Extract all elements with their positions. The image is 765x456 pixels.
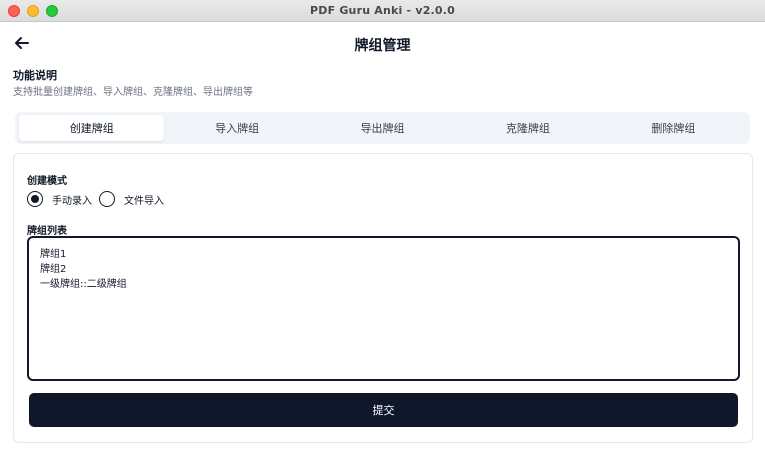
page-header: 牌组管理 [0,22,765,64]
radio-file-import[interactable] [99,191,115,207]
zoom-window-button[interactable] [46,5,58,17]
submit-button[interactable]: 提交 [29,393,738,427]
close-window-button[interactable] [8,5,20,17]
deck-list-textarea[interactable]: 牌组1 牌组2 一级牌组::二级牌组 [27,236,740,381]
radio-selected-dot [31,195,39,203]
radio-file-import-label[interactable]: 文件导入 [124,192,164,207]
create-deck-form: 创建模式 手动录入 文件导入 牌组列表 牌组1 牌组2 一级牌组::二级牌组 提… [13,153,753,443]
window-controls [8,5,58,17]
radio-manual-entry-label[interactable]: 手动录入 [52,192,92,207]
minimize-window-button[interactable] [27,5,39,17]
deck-list-label: 牌组列表 [27,226,67,237]
window-title: PDF Guru Anki - v2.0.0 [309,4,456,17]
radio-manual-entry[interactable] [27,191,43,207]
description-text: 支持批量创建牌组、导入牌组、克隆牌组、导出牌组等 [13,87,253,98]
tab-delete-deck[interactable]: 删除牌组 [601,115,746,141]
title-bar: PDF Guru Anki - v2.0.0 [0,0,765,22]
mode-label: 创建模式 [27,176,67,187]
tab-clone-deck[interactable]: 克隆牌组 [455,115,600,141]
tab-import-deck[interactable]: 导入牌组 [164,115,309,141]
page-title: 牌组管理 [354,38,411,54]
tab-create-deck[interactable]: 创建牌组 [19,115,165,141]
description-title: 功能说明 [13,69,57,82]
tab-bar: 创建牌组 导入牌组 导出牌组 克隆牌组 删除牌组 [15,112,750,144]
tab-export-deck[interactable]: 导出牌组 [310,115,455,141]
mode-radio-group: 手动录入 文件导入 [27,191,171,207]
